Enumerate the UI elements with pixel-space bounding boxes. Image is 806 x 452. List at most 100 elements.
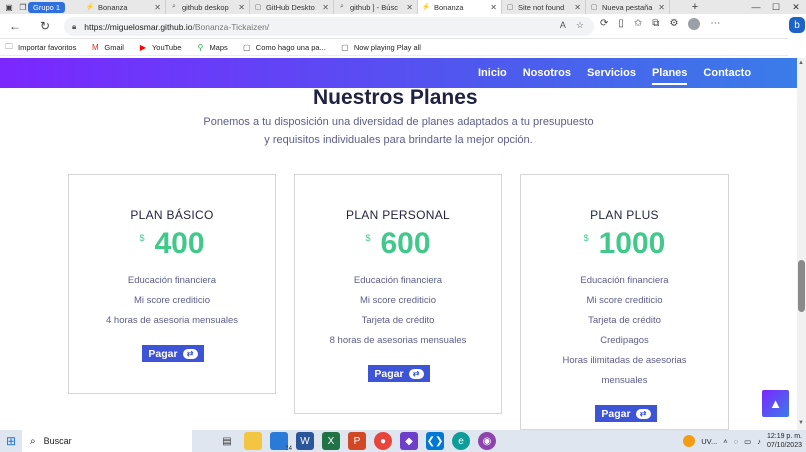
- maximize-icon[interactable]: ☐: [766, 0, 786, 14]
- powerpoint-icon[interactable]: P: [348, 432, 366, 450]
- browser-tab[interactable]: ⚡ Bonanza ✕: [82, 0, 166, 14]
- chrome-icon[interactable]: ●: [374, 432, 392, 450]
- browser-tab[interactable]: ⌕ github deskop ✕: [166, 0, 250, 14]
- collections-icon[interactable]: ⧉: [652, 18, 659, 30]
- scrollbar-track[interactable]: [797, 58, 806, 430]
- github-desktop-icon[interactable]: ◆: [400, 432, 418, 450]
- close-tab-icon[interactable]: ✕: [154, 3, 161, 12]
- browser-tab[interactable]: ▢ Nueva pestaña ✕: [586, 0, 670, 14]
- weather-icon[interactable]: [683, 435, 696, 447]
- bookmark-label: Maps: [209, 43, 228, 52]
- plan-feature: Mi score crediticio: [586, 295, 663, 306]
- close-tab-icon[interactable]: ✕: [322, 3, 329, 12]
- nav-link-servicios[interactable]: Servicios: [587, 67, 636, 79]
- close-tab-icon[interactable]: ✕: [238, 3, 245, 12]
- plan-feature: Educación financiera: [127, 275, 217, 286]
- nav-link-contacto[interactable]: Contacto: [703, 67, 751, 79]
- browser-tab[interactable]: ⌕ github ] - Búsc ✕: [334, 0, 418, 14]
- new-tab-button[interactable]: +: [688, 1, 702, 13]
- menu-dots-icon[interactable]: ⋯: [710, 18, 720, 30]
- volume-icon[interactable]: ♪: [757, 437, 761, 446]
- search-icon: ⌕: [30, 435, 36, 447]
- lock-icon: 🔒︎: [72, 21, 77, 31]
- browser-tab[interactable]: ▢ Site not found ✕: [502, 0, 586, 14]
- url-actions: A ☆: [560, 20, 584, 31]
- bing-copilot-icon[interactable]: b: [789, 17, 805, 33]
- bookmark-item[interactable]: 🗀︎ Importar favoritos: [4, 42, 76, 53]
- vscode-icon[interactable]: ❮❯: [426, 432, 444, 450]
- windows-start-icon[interactable]: ⊞: [0, 430, 22, 452]
- nav-link-planes[interactable]: Planes: [651, 67, 688, 85]
- scroll-up-arrow[interactable]: ▲: [798, 60, 804, 66]
- close-tab-icon[interactable]: ✕: [490, 3, 497, 12]
- plan-card: PLAN PERSONAL $600 Educación financiera Mi …: [294, 174, 502, 414]
- refresh-button[interactable]: ↻: [34, 15, 56, 37]
- bookmark-item[interactable]: M Gmail: [90, 43, 124, 53]
- plan-feature: Educación financiera: [580, 275, 669, 286]
- tray-chevron-icon[interactable]: ˄: [723, 437, 727, 446]
- page-icon: ▢: [341, 43, 349, 52]
- site-nav-links: Inicio Nosotros Servicios Planes Contacto: [478, 67, 767, 85]
- plan-feature: Mi score crediticio: [359, 295, 437, 306]
- mail-icon[interactable]: 14: [270, 432, 292, 452]
- battery-icon[interactable]: ▭: [744, 437, 751, 446]
- split-screen-icon[interactable]: ▯: [618, 18, 624, 30]
- nav-link-inicio[interactable]: Inicio: [478, 67, 507, 79]
- nav-link-nosotros[interactable]: Nosotros: [523, 67, 571, 79]
- bookmark-item[interactable]: ▢ Now playing Play all: [340, 43, 421, 53]
- pay-button[interactable]: Pagar ⇄: [142, 345, 204, 362]
- pay-button[interactable]: Pagar ⇄: [595, 405, 657, 422]
- browser-tab[interactable]: ▢ GitHub Deskto ✕: [250, 0, 334, 14]
- podcast-icon[interactable]: ◉: [478, 432, 496, 450]
- word-icon[interactable]: W: [296, 432, 314, 450]
- task-view-icon[interactable]: ▤: [218, 432, 236, 450]
- pay-button-label: Pagar: [374, 367, 404, 380]
- bookmark-item[interactable]: ⚲ Maps: [195, 43, 228, 53]
- plan-feature: Mi score crediticio: [133, 295, 211, 306]
- taskbar-search[interactable]: ⌕ Buscar: [22, 430, 192, 452]
- read-aloud-icon[interactable]: A: [560, 20, 566, 31]
- bookmark-item[interactable]: ▶ YouTube: [138, 43, 182, 53]
- excel-icon[interactable]: X: [322, 432, 340, 450]
- extensions-icon[interactable]: ⚙: [669, 18, 678, 30]
- file-explorer-icon[interactable]: [244, 432, 262, 450]
- taskbar-search-label: Buscar: [43, 436, 72, 446]
- profile-avatar[interactable]: [688, 18, 701, 30]
- close-tab-icon[interactable]: ✕: [658, 3, 665, 12]
- pay-button[interactable]: Pagar ⇄: [368, 365, 430, 382]
- bookmark-item[interactable]: ▢ Como hago una pa...: [242, 43, 326, 53]
- page-icon: ▢: [243, 43, 251, 52]
- page-icon: ▢: [254, 4, 262, 11]
- scrollbar-thumb[interactable]: [798, 260, 805, 312]
- workspaces-icon[interactable]: ▣: [2, 0, 16, 14]
- close-tab-icon[interactable]: ✕: [574, 3, 581, 12]
- toolbar-icons: ⟳ ▯ ✩ ⧉ ⚙ ⋯: [600, 18, 720, 30]
- tray-weather-label[interactable]: UV...: [701, 437, 717, 446]
- plan-features: Educación financiera Mi score crediticio T…: [521, 271, 728, 391]
- bookmark-label: YouTube: [151, 43, 182, 52]
- plan-feature: Horas ilimitadas de asesorias: [562, 355, 687, 366]
- address-toolbar: ← ↻ 🔒︎ https://miguelosmar.github.io/Bon…: [0, 14, 806, 39]
- tab-group-chip[interactable]: Grupo 1: [28, 1, 66, 13]
- clock[interactable]: 12:19 p. m. 07/10/2023: [767, 432, 802, 450]
- browser-tab-title: github ] - Búsc: [350, 2, 398, 12]
- currency-symbol: $: [365, 233, 371, 243]
- edge-icon[interactable]: e: [452, 432, 470, 450]
- close-window-icon[interactable]: ✕: [786, 0, 806, 14]
- refresh-extension-icon[interactable]: ⟳: [600, 18, 608, 30]
- plan-feature: Tarjeta de crédito: [588, 315, 661, 326]
- close-tab-icon[interactable]: ✕: [406, 3, 413, 12]
- url-field[interactable]: 🔒︎ https://miguelosmar.github.io/Bonanza…: [64, 17, 594, 36]
- plan-feature: 4 horas de asesoria mensuales: [105, 315, 239, 326]
- plan-name: PLAN PERSONAL: [346, 208, 450, 222]
- favorites-icon[interactable]: ✩: [634, 18, 642, 30]
- browser-tab[interactable]: ⚡ Bonanza ✕: [418, 0, 502, 14]
- plan-price: $1000: [521, 227, 728, 261]
- scroll-to-top-button[interactable]: ▲: [762, 390, 789, 417]
- favorite-star-icon[interactable]: ☆: [576, 20, 584, 31]
- scroll-down-arrow[interactable]: ▼: [798, 420, 804, 426]
- browser-tab-title: Bonanza: [98, 2, 128, 12]
- back-button[interactable]: ←: [4, 15, 26, 37]
- network-icon[interactable]: ◌: [734, 437, 738, 446]
- minimize-icon[interactable]: —: [746, 0, 766, 14]
